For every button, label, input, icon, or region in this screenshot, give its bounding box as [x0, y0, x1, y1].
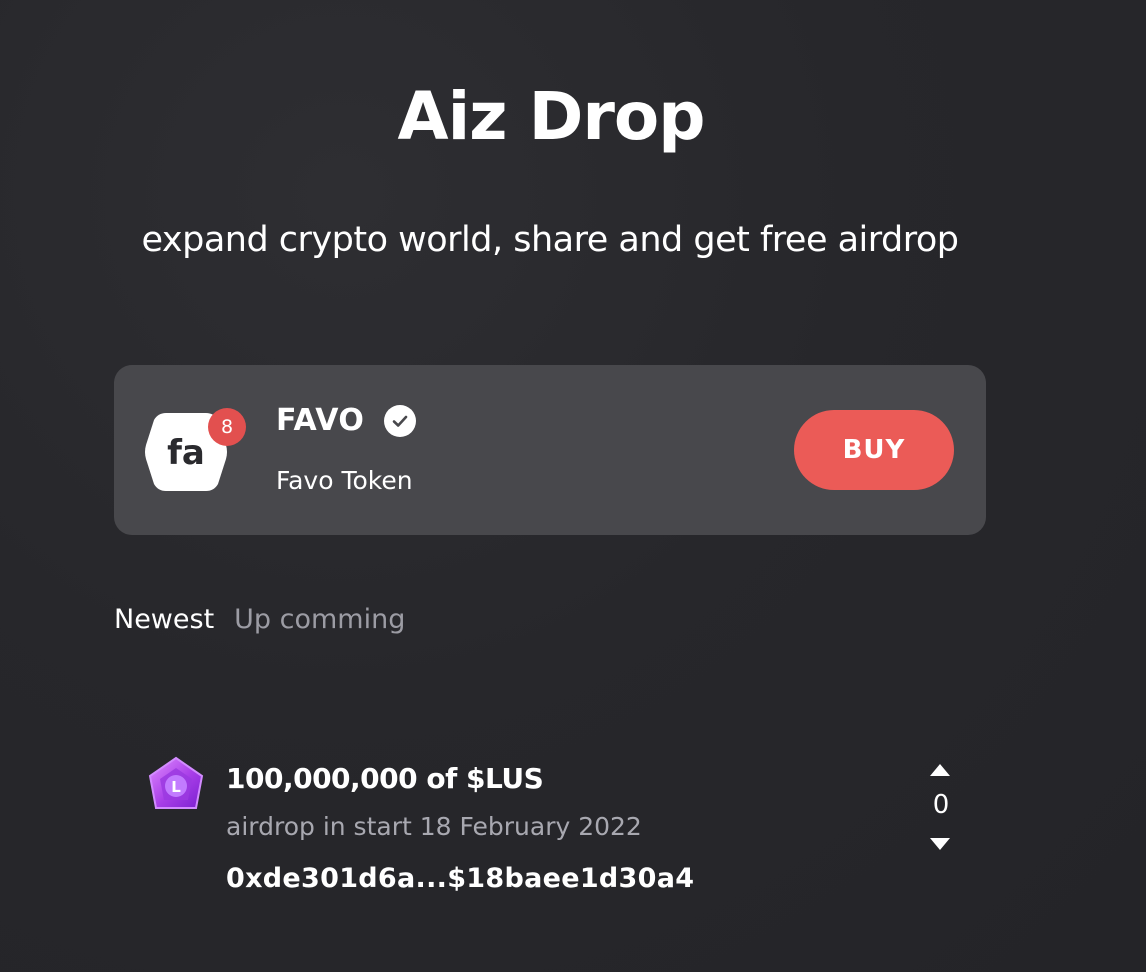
- tab-up-comming[interactable]: Up comming: [234, 604, 405, 635]
- page-title: Aiz Drop: [397, 78, 705, 155]
- lus-token-icon: L: [148, 756, 204, 809]
- airdrop-list-item[interactable]: L 100,000,000 of $LUS airdrop in start 1…: [146, 756, 976, 906]
- svg-text:L: L: [171, 778, 181, 796]
- airdrop-date: airdrop in start 18 February 2022: [226, 812, 642, 841]
- notification-badge: 8: [208, 408, 246, 446]
- upvote-arrow-icon[interactable]: [930, 764, 950, 776]
- svg-text:fa: fa: [167, 433, 205, 473]
- vote-control: 0: [926, 764, 956, 854]
- token-name: Favo Token: [276, 466, 413, 495]
- page-subtitle: expand crypto world, share and get free …: [141, 220, 959, 260]
- airdrop-address[interactable]: 0xde301d6a...$18baee1d30a4: [226, 863, 694, 894]
- tab-newest[interactable]: Newest: [114, 604, 214, 635]
- airdrop-tabs: Newest Up comming: [114, 604, 405, 635]
- verified-check-icon: [384, 404, 417, 437]
- downvote-arrow-icon[interactable]: [930, 838, 950, 850]
- token-symbol: FAVO: [276, 403, 365, 438]
- vote-count: 0: [932, 790, 950, 820]
- buy-button[interactable]: BUY: [794, 410, 954, 490]
- airdrop-amount: 100,000,000 of $LUS: [226, 762, 544, 795]
- featured-token-card[interactable]: fa FAVO Favo Token BUY: [114, 365, 986, 535]
